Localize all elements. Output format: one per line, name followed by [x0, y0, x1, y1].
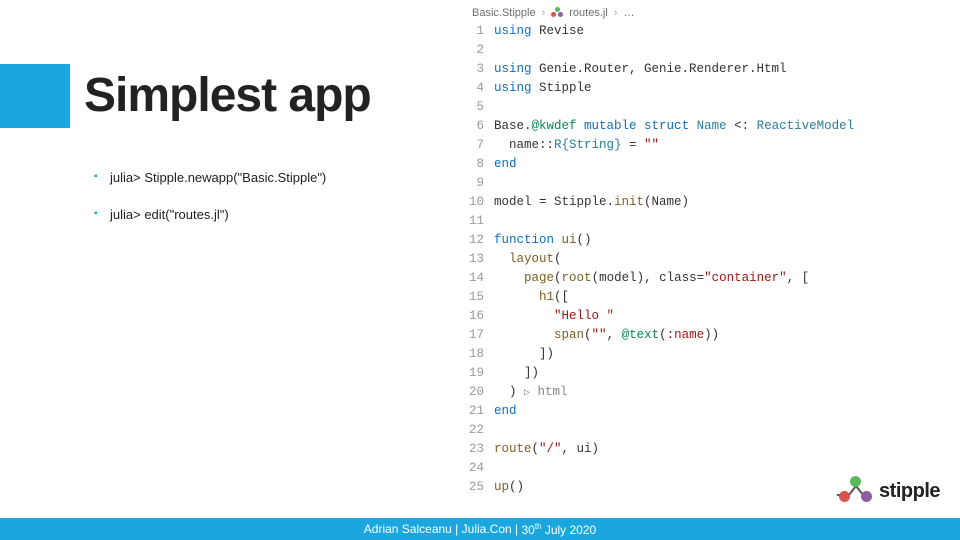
slide: Simplest app julia> Stipple.newapp("Basi… — [0, 0, 960, 540]
slide-title: Simplest app — [84, 68, 371, 123]
bullet-list: julia> Stipple.newapp("Basic.Stipple") j… — [110, 170, 326, 244]
footer-bar: Adrian Salceanu | Julia.Con | 30th July … — [0, 518, 960, 540]
footer-sep: | — [452, 522, 462, 536]
breadcrumb-seg: … — [623, 7, 634, 19]
stipple-icon — [839, 476, 873, 506]
julia-icon — [551, 7, 563, 19]
footer-sep: | — [512, 522, 522, 536]
code-panel: Basic.Stipple › routes.jl › … 1234567891… — [460, 0, 960, 500]
breadcrumb-seg: Basic.Stipple — [472, 7, 536, 19]
bullet-item: julia> Stipple.newapp("Basic.Stipple") — [110, 170, 326, 185]
brand-logo: stipple — [839, 476, 940, 506]
footer-event: Julia.Con — [462, 522, 512, 536]
footer-author: Adrian Salceanu — [364, 522, 452, 536]
brand-text: stipple — [879, 480, 940, 503]
accent-block — [0, 64, 70, 128]
code-body: using Reviseusing Genie.Router, Genie.Re… — [494, 22, 960, 497]
line-gutter: 1234567891011121314151617181920212223242… — [460, 22, 494, 497]
breadcrumb: Basic.Stipple › routes.jl › … — [460, 0, 960, 22]
breadcrumb-seg: routes.jl — [569, 7, 608, 19]
chevron-icon: › — [542, 7, 546, 19]
code-editor: 1234567891011121314151617181920212223242… — [460, 22, 960, 497]
footer-date: 30th July 2020 — [521, 522, 596, 537]
bullet-item: julia> edit("routes.jl") — [110, 207, 326, 222]
chevron-icon: › — [614, 7, 618, 19]
